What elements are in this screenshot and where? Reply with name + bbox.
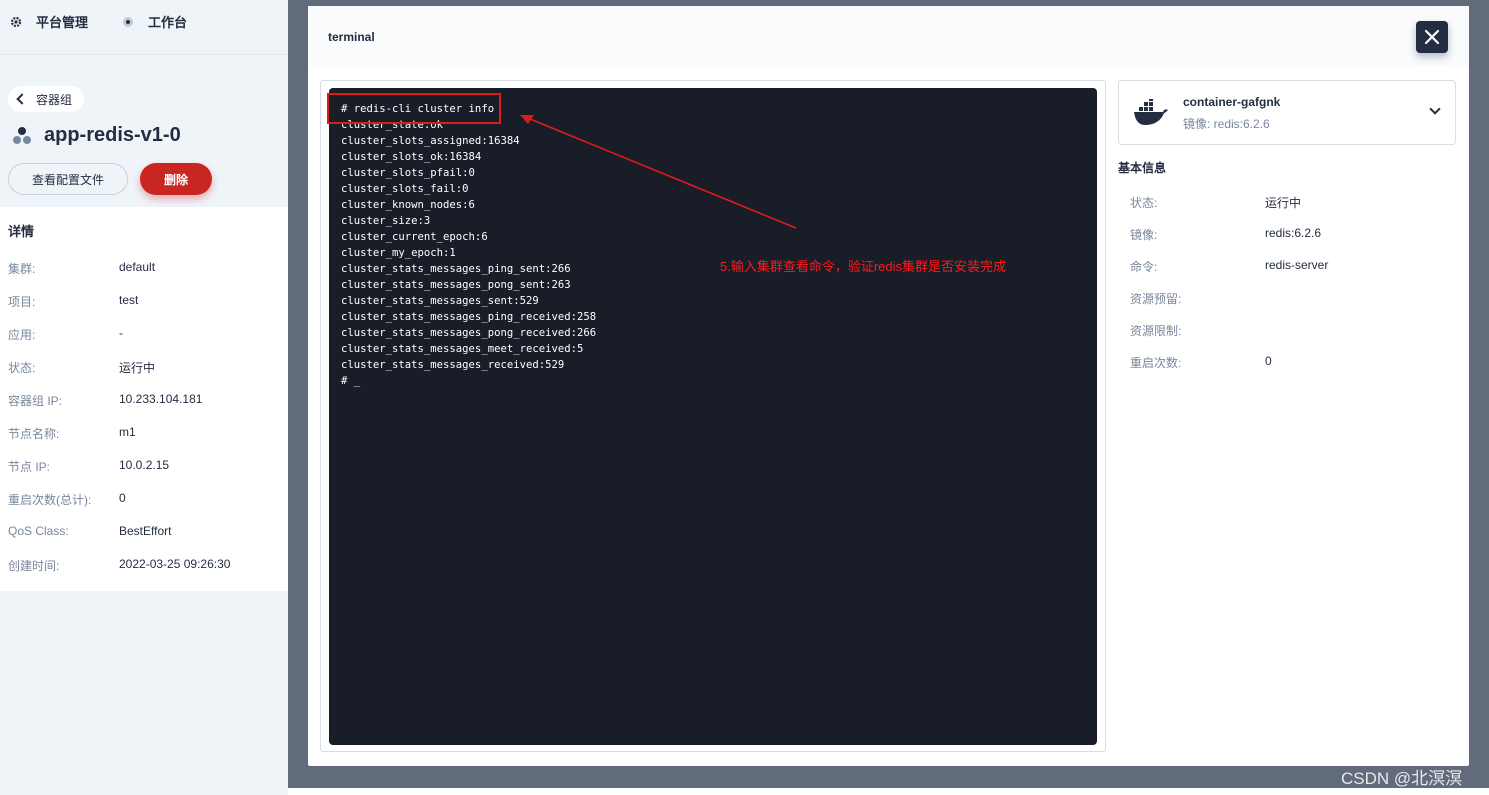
info-row: 资源限制: bbox=[1130, 322, 1265, 339]
info-value: 运行中 bbox=[1265, 196, 1302, 210]
info-key: 重启次数: bbox=[1130, 356, 1182, 370]
info-key: 命令: bbox=[1130, 260, 1158, 274]
container-selector[interactable]: container-gafgnk 镜像: redis:6.2.6 bbox=[1118, 80, 1456, 145]
info-value: 0 bbox=[1265, 354, 1272, 368]
info-row: 状态: 运行中 bbox=[1130, 194, 1301, 211]
annotation-text: 5.输入集群查看命令，验证redis集群是否安装完成 bbox=[720, 259, 1007, 274]
info-row: 重启次数: 0 bbox=[1130, 354, 1272, 371]
info-value: redis:6.2.6 bbox=[1265, 226, 1322, 240]
docker-icon bbox=[1134, 99, 1168, 125]
basic-info-title: 基本信息 bbox=[1118, 161, 1167, 175]
info-row: 资源预留: bbox=[1130, 290, 1265, 307]
info-row: 镜像: redis:6.2.6 bbox=[1130, 226, 1321, 243]
info-key: 状态: bbox=[1130, 196, 1158, 210]
info-key: 资源限制: bbox=[1130, 324, 1182, 338]
info-value: redis-server bbox=[1265, 258, 1329, 272]
info-key: 镜像: bbox=[1130, 228, 1158, 242]
container-image: 镜像: redis:6.2.6 bbox=[1183, 117, 1270, 131]
container-name: container-gafgnk bbox=[1183, 95, 1281, 109]
watermark: CSDN @北溟溟 bbox=[1341, 769, 1463, 788]
chevron-down-icon bbox=[1429, 103, 1441, 115]
info-row: 命令: redis-server bbox=[1130, 258, 1328, 275]
info-key: 资源预留: bbox=[1130, 292, 1182, 306]
